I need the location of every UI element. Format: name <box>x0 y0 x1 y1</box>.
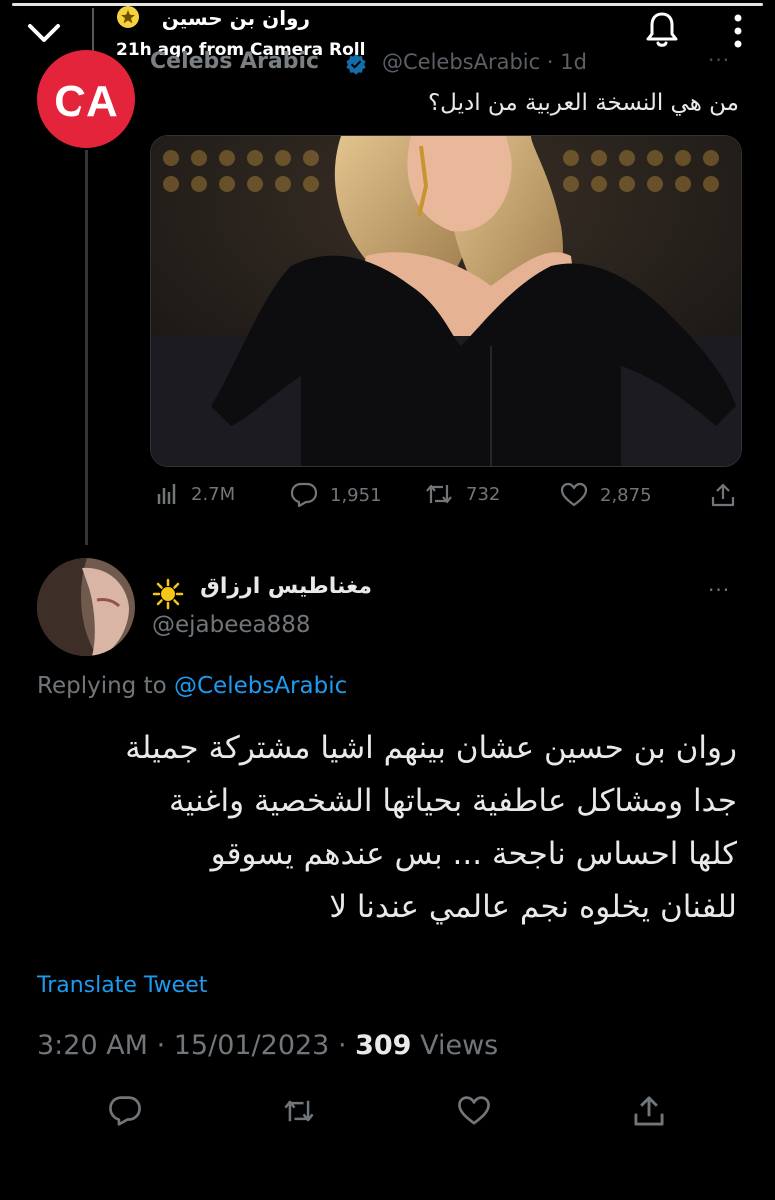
share-action[interactable] <box>710 482 736 508</box>
retweet-count: 732 <box>466 483 501 505</box>
tweet-time: 3:20 AM <box>37 1030 148 1061</box>
tweet-media-photo[interactable] <box>150 135 742 467</box>
sun-icon <box>152 578 184 610</box>
retweet-icon[interactable] <box>282 1094 316 1128</box>
reply-more-button[interactable]: ··· <box>708 578 730 602</box>
meta-separator: · <box>147 1030 174 1061</box>
like-icon[interactable] <box>457 1094 491 1128</box>
views-count: 2.7M <box>191 483 236 505</box>
quoted-more-button[interactable]: ··· <box>708 48 730 72</box>
retweet-action[interactable]: 732 <box>424 482 500 506</box>
reply-count: 1,951 <box>330 484 382 506</box>
reply-action[interactable]: 1,951 <box>290 482 382 508</box>
quoted-display-name[interactable]: Celebs Arabic <box>150 49 319 74</box>
views-action[interactable]: 2.7M <box>155 482 235 506</box>
bell-icon[interactable] <box>644 10 680 50</box>
replying-mention-link[interactable]: @CelebsArabic <box>174 673 347 699</box>
quoted-tweet-actions: 2.7M 1,951 732 2,875 <box>150 482 740 512</box>
reply-text-line: جدا ومشاكل عاطفية بحياتها الشخصية واغنية <box>168 783 737 819</box>
star-icon <box>117 6 139 28</box>
share-icon[interactable] <box>632 1094 666 1128</box>
reply-icon <box>290 482 318 508</box>
reply-avatar[interactable] <box>37 558 135 656</box>
chevron-down-icon[interactable] <box>22 16 66 48</box>
quoted-handle-time: @CelebsArabic · 1d <box>382 50 587 74</box>
reply-actions <box>0 1088 775 1132</box>
meta-separator: · <box>546 50 554 74</box>
story-user-name[interactable]: روان بن حسين <box>162 6 310 30</box>
celebs-arabic-avatar[interactable]: CA <box>37 50 135 148</box>
retweet-icon <box>424 482 454 506</box>
translate-tweet-link[interactable]: Translate Tweet <box>37 973 207 998</box>
tweet-date: 15/01/2023 <box>173 1030 330 1061</box>
reply-icon[interactable] <box>108 1094 142 1128</box>
like-count: 2,875 <box>600 484 652 506</box>
share-icon <box>710 482 736 508</box>
views-count[interactable]: 309 <box>355 1030 411 1061</box>
quoted-handle[interactable]: @CelebsArabic <box>382 50 540 74</box>
reply-text-line: كلها احساس ناجحة ... بس عندهم يسوقو <box>210 836 737 872</box>
replying-label: Replying to <box>37 673 167 699</box>
quoted-time: 1d <box>560 50 587 74</box>
views-label: Views <box>420 1030 499 1061</box>
replying-to: Replying to @CelebsArabic <box>37 673 347 699</box>
like-icon <box>560 482 588 508</box>
more-vertical-icon[interactable] <box>728 12 748 50</box>
reply-text: روان بن حسين عشان بينهم اشيا مشتركة جميل… <box>27 722 737 934</box>
quoted-tweet-text: من هي النسخة العربية من اديل؟ <box>427 90 739 116</box>
tweet-meta: 3:20 AM · 15/01/2023 · 309 Views <box>37 1030 498 1061</box>
analytics-icon <box>155 482 179 506</box>
reply-text-line: روان بن حسين عشان بينهم اشيا مشتركة جميل… <box>125 730 737 766</box>
thread-line <box>85 150 88 545</box>
meta-separator: · <box>329 1030 356 1061</box>
reply-handle[interactable]: @ejabeea888 <box>152 612 311 638</box>
verified-icon <box>345 53 367 75</box>
reply-text-line: للفنان يخلوه نجم عالمي عندنا لا <box>329 889 737 925</box>
like-action[interactable]: 2,875 <box>560 482 652 508</box>
reply-display-name[interactable]: مغناطيس ارزاق <box>200 574 372 599</box>
